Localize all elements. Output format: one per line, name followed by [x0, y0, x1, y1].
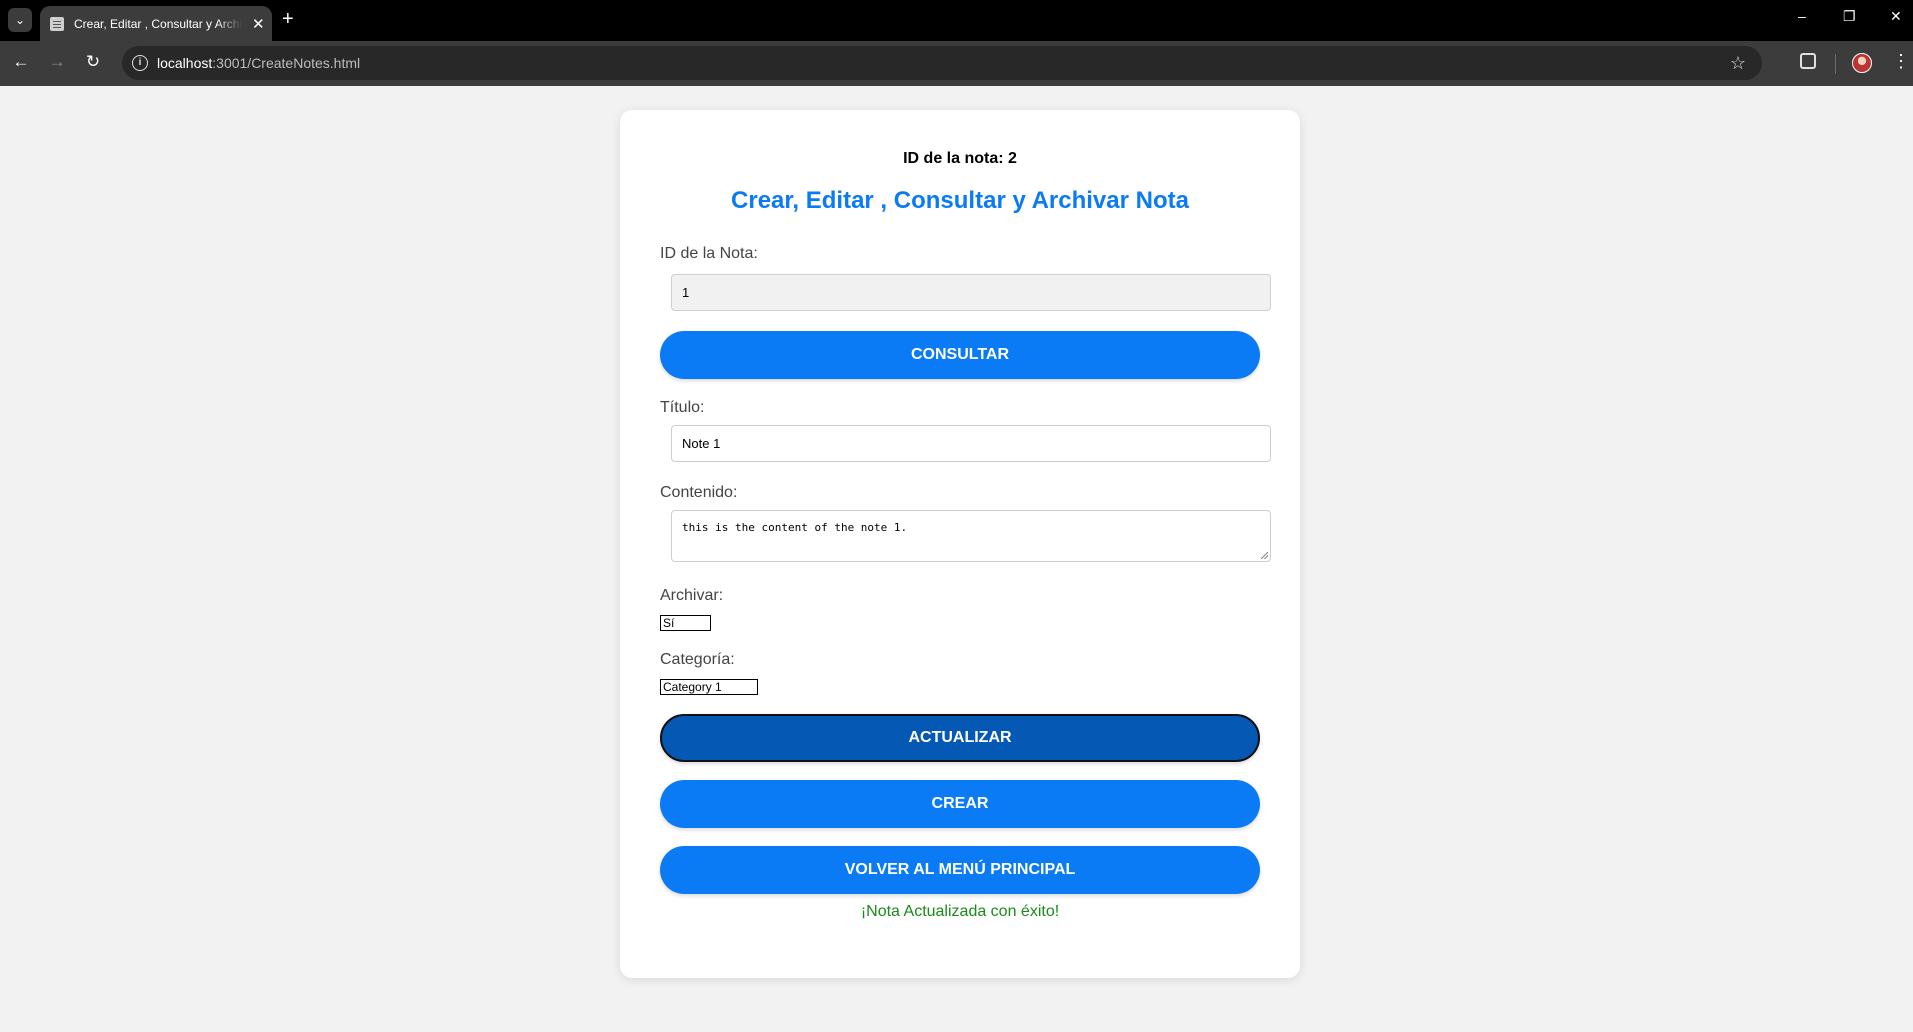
browser-tab[interactable]: Crear, Editar , Consultar y Archivar Not… — [40, 6, 272, 41]
archive-select[interactable]: Sí — [660, 615, 711, 631]
consult-button[interactable]: CONSULTAR — [660, 331, 1260, 379]
tab-title: Crear, Editar , Consultar y Archivar Not… — [74, 16, 242, 31]
chevron-down-icon[interactable]: ⌄ — [8, 8, 32, 32]
browser-tab-bar: ⌄ Crear, Editar , Consultar y Archivar N… — [0, 0, 1913, 41]
browser-toolbar: ← → ↻ i localhost:3001/CreateNotes.html … — [0, 41, 1913, 86]
url-text: localhost:3001/CreateNotes.html — [157, 55, 360, 71]
star-icon[interactable]: ☆ — [1730, 53, 1746, 74]
avatar[interactable] — [1852, 53, 1872, 73]
title-field[interactable]: Note 1 — [671, 425, 1271, 462]
kebab-menu-icon[interactable]: ⋮ — [1892, 51, 1910, 72]
notepad-icon — [50, 16, 64, 31]
content-textarea[interactable]: this is the content of the note 1. — [671, 510, 1271, 562]
note-id-heading: ID de la nota: 2 — [903, 150, 1017, 167]
page-title: Crear, Editar , Consultar y Archivar Not… — [731, 187, 1189, 214]
url-path: :3001/CreateNotes.html — [212, 55, 361, 71]
close-icon[interactable]: ✕ — [252, 15, 265, 33]
status-message: ¡Nota Actualizada con éxito! — [860, 903, 1060, 920]
restore-icon[interactable]: ❐ — [1843, 8, 1856, 25]
title-label: Título: — [660, 399, 705, 416]
url-host: localhost — [157, 55, 213, 71]
content-label: Contenido: — [660, 484, 738, 501]
window-close-icon[interactable]: ✕ — [1890, 8, 1902, 25]
reload-icon[interactable]: ↻ — [82, 52, 104, 72]
minimize-icon[interactable]: – — [1798, 8, 1806, 24]
arrow-right-icon[interactable]: → — [46, 52, 68, 72]
puzzle-icon[interactable] — [1800, 53, 1816, 69]
category-label: Categoría: — [660, 651, 735, 668]
content-text: this is the content of the note 1. — [682, 521, 908, 534]
info-icon[interactable]: i — [132, 55, 148, 71]
category-select[interactable]: Category 1 — [660, 679, 758, 695]
toolbar-divider — [1835, 54, 1836, 74]
arrow-left-icon[interactable]: ← — [10, 52, 32, 72]
note-form-card: ID de la nota: 2 Crear, Editar , Consult… — [620, 110, 1300, 978]
back-to-menu-button[interactable]: VOLVER AL MENÚ PRINCIPAL — [660, 846, 1260, 894]
create-button[interactable]: CREAR — [660, 780, 1260, 828]
update-button[interactable]: ACTUALIZAR — [660, 714, 1260, 762]
id-label: ID de la Nota: — [660, 245, 758, 262]
address-bar[interactable]: i localhost:3001/CreateNotes.html ☆ — [122, 46, 1762, 80]
archive-label: Archivar: — [660, 587, 724, 604]
plus-icon[interactable]: + — [282, 9, 294, 29]
id-field[interactable]: 1 — [671, 274, 1271, 311]
resize-grip-icon[interactable] — [1261, 552, 1268, 559]
